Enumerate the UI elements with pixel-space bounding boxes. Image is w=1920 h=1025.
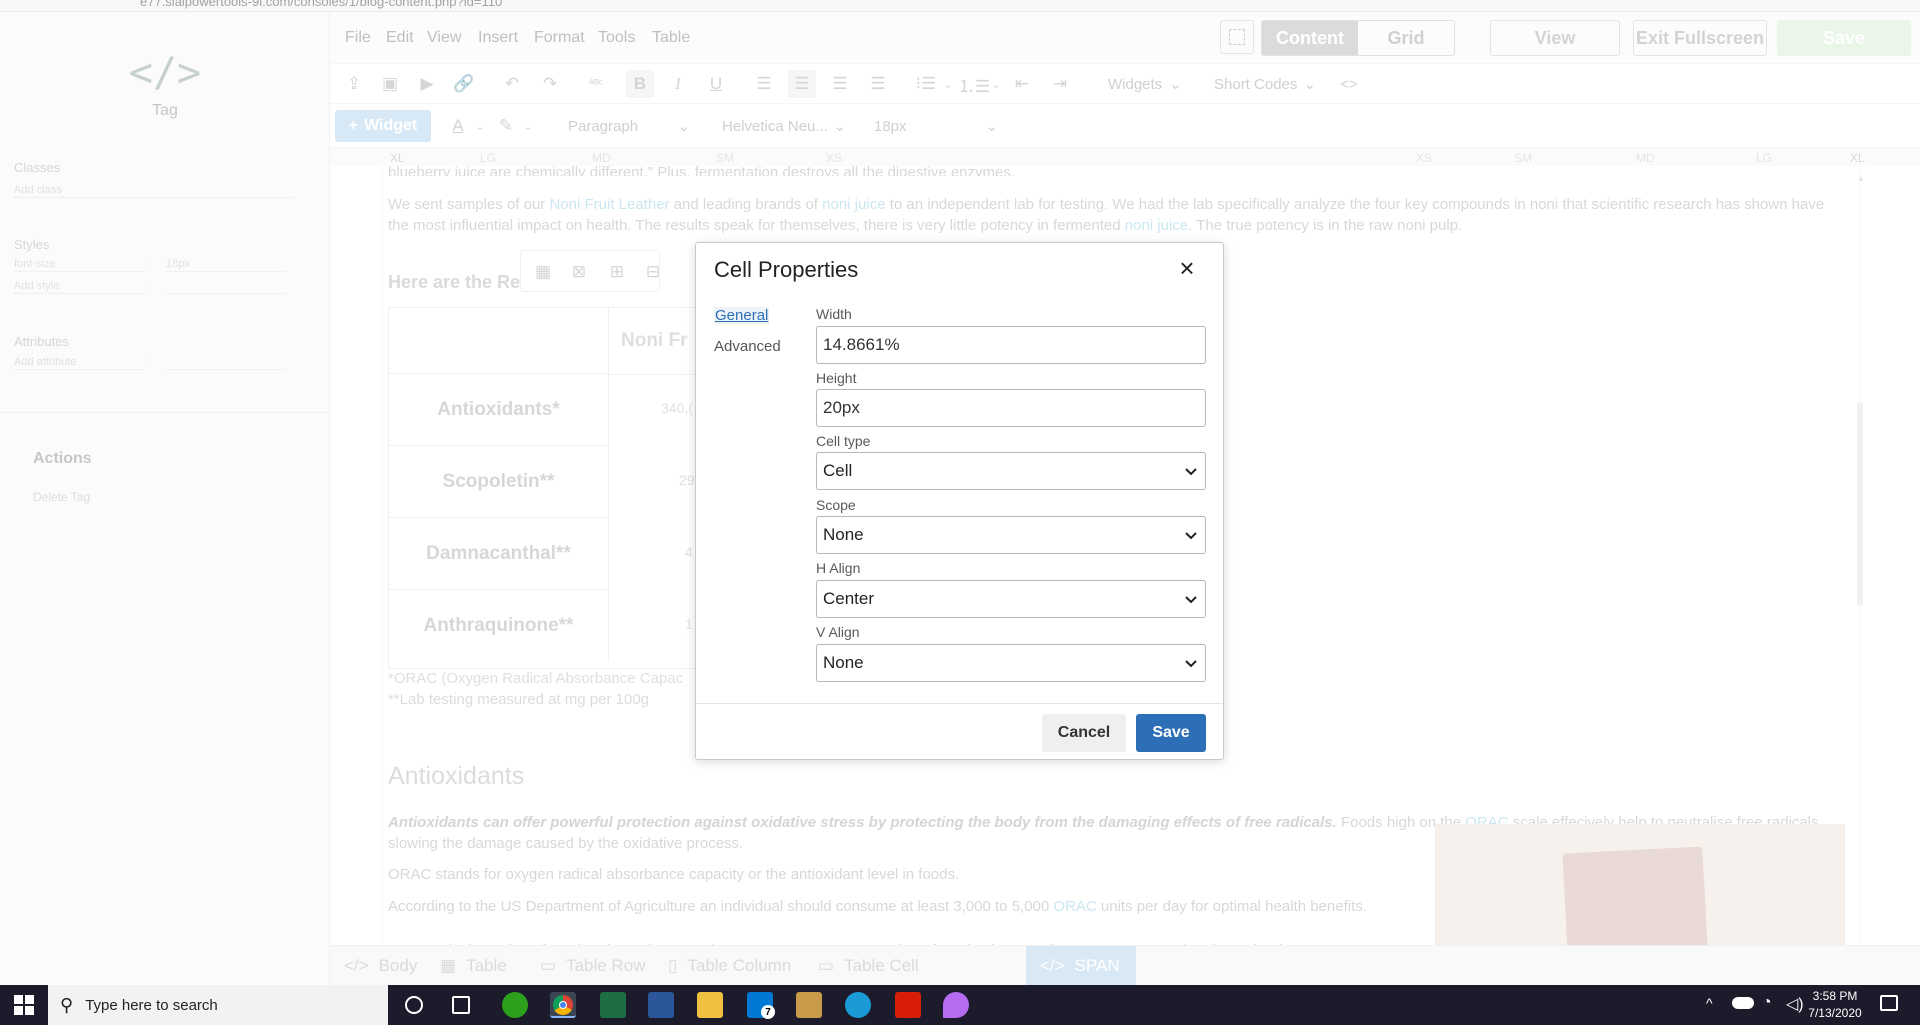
clock-date[interactable]: 7/13/2020 [1808,1006,1862,1020]
search-icon: ⚲ [60,994,74,1015]
windows-start-icon[interactable] [14,995,34,1015]
height-input[interactable]: 20px [816,389,1206,427]
scope-label: Scope [816,497,856,513]
cell-type-label: Cell type [816,433,871,449]
scope-select[interactable]: None [816,516,1206,554]
tab-advanced[interactable]: Advanced [714,338,781,355]
v-align-select[interactable]: None [816,644,1206,682]
save-button[interactable]: Save [1136,714,1206,752]
tab-general[interactable]: General [714,307,770,324]
mail-icon[interactable]: 7 [747,992,775,1019]
dialog-title: Cell Properties [714,257,859,282]
close-icon[interactable]: × [1174,253,1200,283]
chrome-icon[interactable] [550,992,576,1018]
paint-icon[interactable] [943,992,969,1018]
width-label: Width [816,306,852,322]
word-icon[interactable] [648,992,674,1018]
acrobat-icon[interactable] [895,992,921,1018]
wifi-icon[interactable]: ◔ [1762,994,1772,1012]
file-explorer-icon[interactable] [697,992,723,1018]
excel-icon[interactable] [600,992,626,1018]
quickbooks-icon[interactable] [502,992,528,1018]
v-align-label: V Align [816,624,860,640]
chevron-up-icon[interactable]: ^ [1706,995,1713,1011]
chevron-down-icon [1185,532,1197,540]
width-input[interactable]: 14.8661% [816,326,1206,364]
chevron-down-icon [1185,660,1197,668]
package-icon[interactable] [796,992,822,1018]
cell-type-select[interactable]: Cell [816,452,1206,490]
task-view-icon[interactable] [452,996,470,1014]
volume-icon[interactable]: ◁) [1786,994,1804,1014]
windows-taskbar: ⚲ Type here to search 7 ^ ◔ ◁) 3:58 PM 7… [0,985,1920,1025]
cancel-button[interactable]: Cancel [1042,714,1126,752]
mail-badge: 7 [761,1005,775,1019]
h-align-select[interactable]: Center [816,580,1206,618]
taskbar-search-box[interactable]: ⚲ Type here to search [48,985,388,1025]
cortana-icon[interactable] [405,996,423,1014]
h-align-label: H Align [816,560,861,576]
notifications-icon[interactable] [1880,995,1898,1011]
cell-properties-dialog: Cell Properties × General Advanced Width… [695,242,1224,760]
chevron-down-icon [1185,468,1197,476]
clock-time[interactable]: 3:58 PM [1808,989,1862,1003]
onedrive-icon[interactable] [1732,997,1754,1009]
chevron-down-icon [1185,596,1197,604]
edge-icon[interactable] [845,992,871,1018]
height-label: Height [816,370,857,386]
